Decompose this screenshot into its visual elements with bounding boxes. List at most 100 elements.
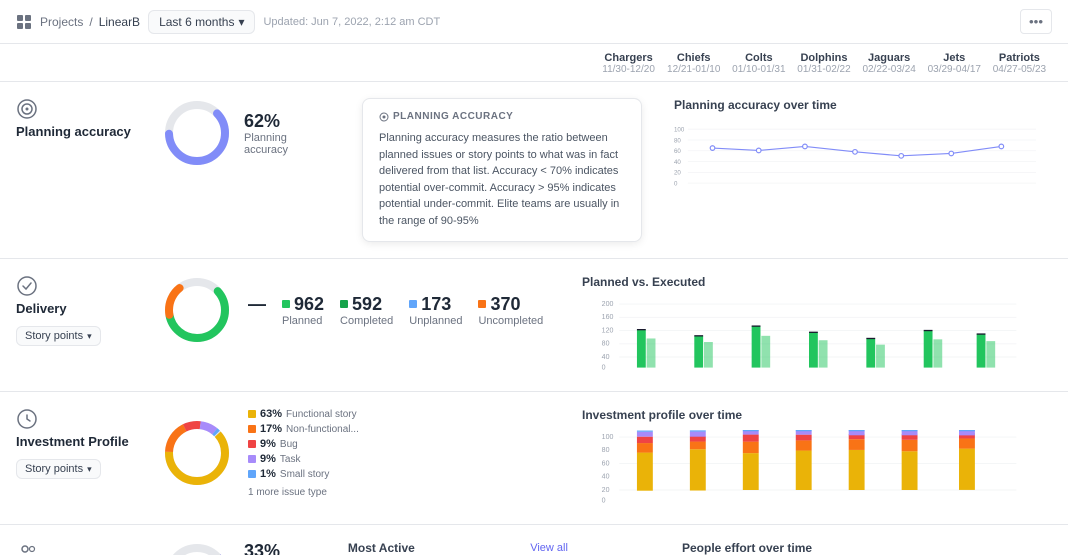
people-pct: 33% [244, 541, 324, 555]
planning-accuracy-value: 62% [244, 111, 330, 132]
stat-color-dot [248, 440, 256, 448]
planning-left: Planning accuracy [16, 98, 146, 139]
sprint-name: Jaguars [857, 52, 922, 64]
stat-color-dot [248, 455, 256, 463]
stat-pct: 63% [260, 408, 282, 420]
svg-text:160: 160 [602, 314, 614, 321]
view-all-link[interactable]: View all [530, 542, 568, 554]
delivery-chart: Planned vs. Executed 200 160 120 80 40 0 [566, 275, 1052, 375]
investment-bars-s3 [743, 430, 759, 490]
sprint-dates: 02/22-03/24 [857, 64, 922, 75]
investment-profile-title: Investment Profile [16, 434, 129, 449]
bar [977, 334, 986, 368]
chevron-down-icon: ▾ [87, 464, 92, 475]
investment-donut [162, 418, 232, 488]
delivery-planned-stat: 962 Planned [282, 294, 324, 327]
unplanned-dot [409, 300, 417, 308]
sprint-name: Jets [922, 52, 987, 64]
uncompleted-dot [478, 300, 486, 308]
sprint-header: Chargers11/30-12/20 [596, 52, 661, 75]
investment-bars-s2 [690, 430, 706, 490]
sprint-dates: 04/27-05/23 [987, 64, 1052, 75]
updated-text: Updated: Jun 7, 2022, 2:12 am CDT [263, 16, 440, 28]
most-active-title: Most Active [348, 541, 415, 555]
info-box-description: Planning accuracy measures the ratio bet… [379, 130, 625, 229]
sprint-name: Dolphins [791, 52, 856, 64]
more-types: 1 more issue type [248, 487, 359, 498]
stat-pct: 9% [260, 438, 276, 450]
bar [647, 338, 656, 367]
delivery-dash-value: — [248, 294, 266, 315]
sprint-columns: Chargers11/30-12/20Chiefs12/21-01/10Colt… [596, 52, 1052, 75]
investment-dropdown[interactable]: Story points ▾ [16, 459, 101, 479]
delivery-title: Delivery [16, 301, 67, 316]
svg-text:120: 120 [602, 327, 614, 334]
delivery-icon [16, 275, 38, 297]
stat-color-dot [248, 410, 256, 418]
planning-line-chart: 100 80 60 40 20 0 [674, 120, 1036, 200]
stat-pct: 1% [260, 468, 276, 480]
projects-link[interactable]: Projects [40, 15, 83, 29]
sprint-dates: 12/21-01/10 [661, 64, 726, 75]
delivery-dropdown-label: Story points [25, 330, 83, 342]
people-icon [16, 541, 38, 555]
delivery-uncompleted-label: Uncompleted [478, 315, 543, 327]
time-range-selector[interactable]: Last 6 months ▾ [148, 10, 255, 34]
delivery-dash-stat: — [248, 294, 266, 327]
svg-text:80: 80 [602, 447, 610, 454]
planning-chart-title: Planning accuracy over time [674, 98, 1036, 112]
info-title-text: PLANNING ACCURACY [393, 111, 513, 122]
people-effort-chart: People effort over time 20 16 12 8 4 0 [666, 541, 1052, 555]
investment-bars-s4 [796, 430, 812, 490]
svg-text:20: 20 [674, 170, 681, 177]
sprint-header: Chiefs12/21-01/10 [661, 52, 726, 75]
sprint-header: Jaguars02/22-03/24 [857, 52, 922, 75]
people-effort-section: People Effort 33% of the team 13 People [0, 525, 1068, 555]
header: Projects / LinearB Last 6 months ▾ Updat… [0, 0, 1068, 44]
planning-accuracy-label: Planning accuracy [244, 132, 330, 156]
delivery-donut [162, 275, 232, 345]
bar [704, 342, 713, 368]
stat-label: Small story [280, 469, 329, 480]
svg-text:40: 40 [674, 159, 681, 166]
delivery-dropdown[interactable]: Story points ▾ [16, 326, 101, 346]
delivery-unplanned-value: 173 [421, 294, 451, 315]
bar [819, 340, 828, 367]
completed-dot [340, 300, 348, 308]
svg-text:20: 20 [602, 487, 610, 494]
investment-bar-chart: 100 80 60 40 20 0 [582, 430, 1036, 505]
time-range-label: Last 6 months [159, 15, 234, 29]
sprint-dates: 03/29-04/17 [922, 64, 987, 75]
bar [809, 332, 818, 367]
bar [924, 331, 933, 368]
breadcrumb: Projects / LinearB [40, 15, 140, 29]
bar [876, 345, 885, 368]
people-donut [162, 541, 232, 555]
project-name: LinearB [99, 15, 140, 29]
delivery-stats: — 962 Planned 592 Comp [248, 294, 543, 327]
svg-text:40: 40 [602, 474, 610, 481]
delivery-unplanned-label: Unplanned [409, 315, 462, 327]
sprint-header: Patriots04/27-05/23 [987, 52, 1052, 75]
sprint-name: Chiefs [661, 52, 726, 64]
people-summary: 33% of the team 13 People Avg per iterat… [146, 541, 666, 555]
sprint-header: Colts01/10-01/31 [726, 52, 791, 75]
planning-accuracy-donut [162, 98, 232, 168]
target-icon [16, 98, 38, 120]
more-options-button[interactable]: ••• [1020, 9, 1052, 34]
sprint-name: Patriots [987, 52, 1052, 64]
bar [866, 338, 875, 367]
planning-accuracy-section: Planning accuracy 62% Planning accuracy [0, 82, 1068, 259]
grid-icon [16, 14, 32, 30]
investment-stat-item: 9%Task [248, 453, 359, 465]
main-content: Chargers11/30-12/20Chiefs12/21-01/10Colt… [0, 44, 1068, 555]
sprint-name: Colts [726, 52, 791, 64]
delivery-bar-chart: 200 160 120 80 40 0 [582, 297, 1036, 372]
investment-bars-s7 [959, 430, 975, 490]
sprint-spacer [16, 52, 596, 75]
planning-accuracy-chart: Planning accuracy over time 100 80 60 40… [658, 98, 1052, 203]
investment-bars-s5 [849, 430, 865, 490]
investment-bars-s1 [637, 431, 653, 491]
bar [694, 336, 703, 368]
stat-pct: 17% [260, 423, 282, 435]
